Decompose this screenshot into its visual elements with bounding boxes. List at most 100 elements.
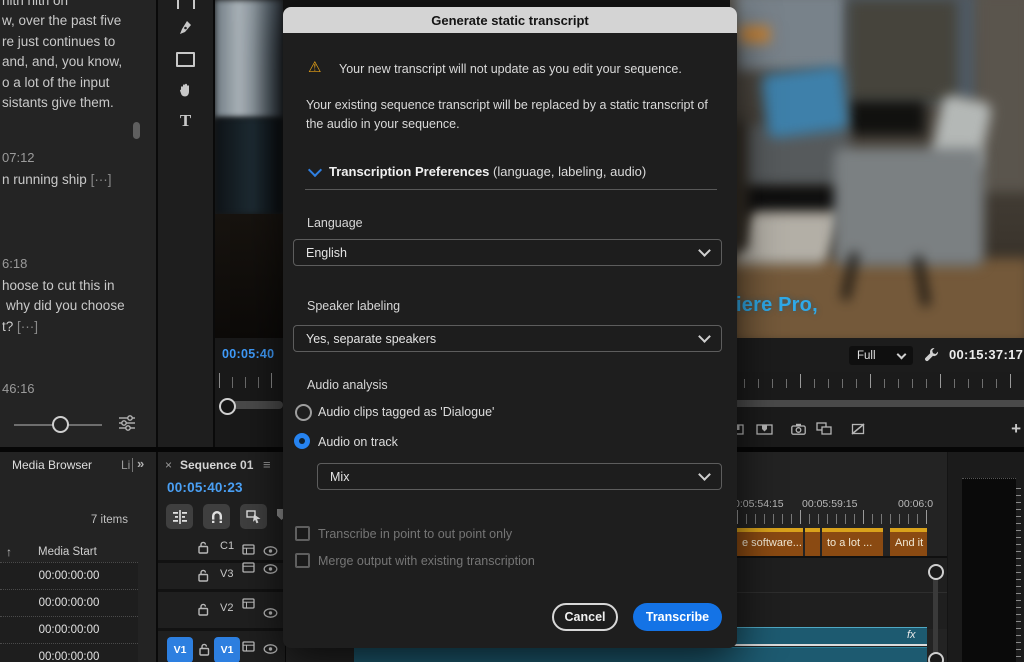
lock-icon[interactable] [198,541,209,559]
transcript-line[interactable]: o a lot of the input [2,73,109,94]
timeline-scrollbar-handle[interactable] [928,564,944,580]
sort-ascending-icon[interactable]: ↑ [6,545,12,559]
track-divider[interactable] [158,628,285,631]
radio-audio-on-track-selected[interactable] [294,433,310,449]
transcript-line[interactable]: re just continues to [2,32,115,53]
timeline-scrollbar-handle[interactable] [928,652,944,662]
track-name[interactable]: C1 [220,540,234,552]
comparison-view-icon[interactable] [816,422,832,440]
sequence-timecode[interactable]: 00:05:40:23 [167,480,243,495]
media-row[interactable]: 00:00:00:00 [0,616,138,643]
media-row[interactable]: 00:00:00:00 [0,589,138,616]
radio-audio-clips-dialogue-label[interactable]: Audio clips tagged as 'Dialogue' [318,405,494,419]
timeline-vertical-scrollbar[interactable] [933,568,938,660]
panel-overflow-icon[interactable]: » [137,456,144,471]
radio-audio-clips-dialogue[interactable] [295,404,312,421]
transcription-preferences-header[interactable]: Transcription Preferences (language, lab… [329,164,646,179]
track-visibility-eye-icon[interactable] [263,561,278,579]
transcribe-button[interactable]: Transcribe [633,603,722,631]
track-visibility-eye-icon[interactable] [263,605,278,623]
source-video-frame [215,0,283,118]
track-name[interactable]: V3 [220,568,233,580]
warning-text: Your new transcript will not update as y… [339,62,682,76]
timeline-sequence-panel: × Sequence 01 ≡ 00:05:40:23 C1 [158,452,285,662]
program-timecode: 00:15:37:17 [949,347,1023,362]
slip-tool-icon[interactable] [158,0,213,9]
snap-magnet-button[interactable] [203,504,230,529]
cancel-button[interactable]: Cancel [552,603,618,631]
transcript-line[interactable]: why did you choose [6,296,125,317]
text-size-slider-handle[interactable] [52,416,69,433]
checkbox-merge-output[interactable] [295,553,310,568]
chevron-down-icon [897,349,907,359]
source-patch-icon[interactable] [242,542,255,560]
zoom-level-dropdown[interactable]: Full [849,346,913,365]
source-patch-icon[interactable] [242,560,255,578]
source-zoom-scrollbar-handle[interactable] [219,398,236,415]
tab-sequence-01[interactable]: Sequence 01 [180,458,253,472]
transcript-settings-sliders-icon[interactable] [118,414,136,437]
transcript-line[interactable]: hith hith on [2,0,68,12]
source-monitor-panel: 00:05:40 [215,0,283,450]
track-divider[interactable] [158,589,285,592]
transcript-line[interactable]: t? [···] [2,317,38,338]
speaker-labeling-dropdown[interactable]: Yes, separate speakers [293,325,722,352]
transcript-line[interactable]: and, and, you know, [2,52,122,73]
program-monitor-panel: iere Pro, Full 00:15:37:17 [730,0,1024,447]
audio-clip-a1[interactable] [354,647,927,662]
caption-clip[interactable]: e software... [737,528,803,556]
track-name[interactable]: V2 [220,602,233,614]
close-sequence-icon[interactable]: × [165,458,172,472]
source-patch-icon[interactable] [242,596,255,614]
transcript-line[interactable]: n running ship [···] [2,170,112,191]
extract-icon[interactable] [756,422,773,440]
caption-clip[interactable]: to a lot ... [822,528,883,556]
program-zoom-scrollbar[interactable] [730,400,1024,407]
track-visibility-eye-icon[interactable] [263,543,278,561]
pen-tool-icon[interactable] [158,20,213,36]
media-row[interactable]: 00:00:00:00 [0,562,138,589]
media-row[interactable]: 00:00:00:00 [0,643,138,662]
track-target-v1-badge[interactable]: V1 [214,637,240,662]
linked-selection-button[interactable] [240,504,267,529]
transcript-line[interactable]: hoose to cut this in [2,276,115,297]
export-frame-camera-icon[interactable] [791,422,806,440]
lock-icon[interactable] [198,603,209,621]
rectangle-tool-icon[interactable] [158,52,213,67]
nest-sequences-button[interactable] [166,504,193,529]
transcript-timestamp: 07:12 [2,150,35,165]
tab-media-browser[interactable]: Media Browser [12,458,92,472]
section-collapse-chevron-icon[interactable] [308,163,322,177]
caption-clip[interactable]: And it [890,528,927,556]
speaker-labeling-label: Speaker labeling [307,299,400,313]
track-dropdown[interactable]: Mix [317,463,722,490]
checkbox-in-out-point[interactable] [295,526,310,541]
source-patch-icon[interactable] [242,639,255,657]
track-visibility-eye-icon[interactable] [263,641,278,659]
warning-icon: ⚠ [308,58,321,76]
lock-icon[interactable] [198,569,209,587]
tab-libraries-truncated[interactable]: Li [121,458,133,472]
language-dropdown[interactable]: English [293,239,722,266]
button-editor-plus-icon[interactable]: + [1011,419,1021,439]
panel-menu-icon[interactable]: ≡ [263,457,271,472]
multicam-toggle-icon[interactable] [851,422,865,440]
column-header-media-start[interactable]: Media Start [38,546,97,558]
type-tool-icon[interactable]: T [158,114,213,128]
lock-icon[interactable] [199,643,210,661]
transcript-line[interactable]: sistants give them. [2,93,114,114]
radio-audio-on-track-label[interactable]: Audio on track [318,435,398,449]
video-blob [849,101,925,135]
video-blob [834,148,984,266]
settings-wrench-icon[interactable] [924,347,939,367]
expand-ellipsis[interactable]: [···] [17,319,38,334]
timeline-ruler-major [737,510,927,524]
ruler-timecode: 00:06:0 [898,498,933,510]
audio-meter-scale-ticks [1016,488,1021,662]
hand-tool-icon[interactable] [158,82,213,98]
source-patch-v1-badge[interactable]: V1 [167,637,193,662]
expand-ellipsis[interactable]: [···] [91,172,112,187]
transcript-scrollbar-thumb[interactable] [133,122,140,139]
transcript-line[interactable]: w, over the past five [2,11,121,32]
caption-clip[interactable] [805,528,820,556]
